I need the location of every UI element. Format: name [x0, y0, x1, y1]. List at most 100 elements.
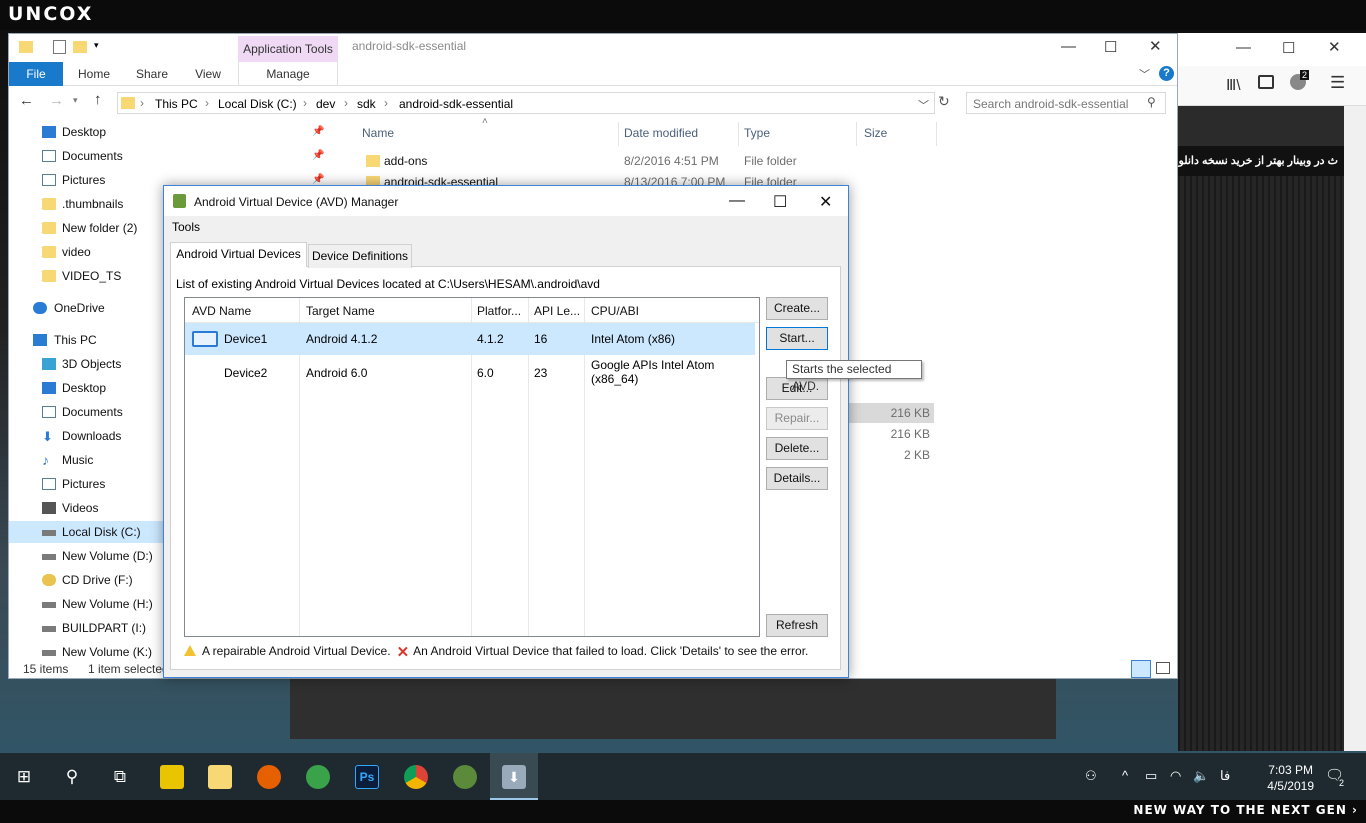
nav-label: Pictures [62, 477, 106, 491]
table-row[interactable]: Device1 Android 4.1.2 4.1.2 16 Intel Ato… [185, 323, 755, 355]
browser-maximize-button[interactable]: ☐ [1282, 39, 1295, 57]
address-dropdown-icon[interactable]: ﹀ [918, 97, 929, 113]
column-size[interactable]: Size [864, 126, 887, 140]
tab-file[interactable]: File [9, 62, 63, 86]
tab-home[interactable]: Home [71, 62, 117, 86]
menu-tools[interactable]: Tools [172, 220, 200, 234]
column-target-name[interactable]: Target Name [306, 304, 375, 318]
chrome-icon[interactable] [404, 765, 428, 789]
avd-manager-taskbar-icon[interactable]: ⬇ [502, 765, 526, 789]
breadcrumb-android-sdk-essential[interactable]: android-sdk-essential [399, 97, 513, 111]
refresh-button[interactable]: Refresh [766, 614, 828, 637]
large-icons-view-icon[interactable] [1156, 662, 1170, 674]
column-separator[interactable] [618, 122, 619, 146]
breadcrumb-local-disk[interactable]: Local Disk (C:) [218, 97, 297, 111]
tab-view[interactable]: View [185, 62, 231, 86]
column-separator[interactable] [856, 122, 857, 146]
browser-close-button[interactable]: ✕ [1328, 38, 1341, 56]
input-language[interactable]: فا [1220, 768, 1230, 784]
avd-minimize-button[interactable]: — [729, 192, 745, 210]
delete-button[interactable]: Delete... [766, 437, 828, 460]
column-platform[interactable]: Platfor... [477, 304, 521, 318]
show-hidden-icons-chevron-icon[interactable]: ^ [1122, 768, 1128, 783]
explorer-maximize-button[interactable]: ☐ [1104, 38, 1117, 56]
item-count: 15 items [23, 662, 69, 676]
create-button[interactable]: Create... [766, 297, 828, 320]
file-explorer-icon[interactable] [208, 765, 232, 789]
avd-name: Device2 [224, 366, 268, 380]
quick-access-dropdown-icon[interactable]: ▾ [94, 40, 99, 51]
desktop-icon [42, 382, 56, 394]
media-app-icon[interactable] [160, 765, 184, 789]
properties-icon[interactable] [53, 40, 66, 54]
nav-item-desktop[interactable]: Desktop 📌 [9, 121, 339, 143]
file-row[interactable]: add-ons 8/2/2016 4:51 PM File folder [354, 151, 1174, 172]
browser-minimize-button[interactable]: — [1236, 39, 1251, 56]
back-icon[interactable]: ← [19, 92, 34, 109]
breadcrumb-chevron-icon: › [140, 96, 144, 110]
download-manager-icon[interactable] [306, 765, 330, 789]
firefox-icon[interactable] [257, 765, 281, 789]
wifi-icon[interactable]: ◠ [1170, 768, 1181, 784]
breadcrumb-sdk[interactable]: sdk [357, 97, 376, 111]
people-icon[interactable]: ⚇ [1085, 768, 1097, 784]
address-row: ← → ▾ ↑ › This PC › Local Disk (C:) › de… [9, 87, 1177, 117]
search-icon[interactable]: ⚲ [48, 753, 96, 800]
breadcrumb-this-pc[interactable]: This PC [155, 97, 198, 111]
file-name: add-ons [384, 154, 428, 168]
repair-button[interactable]: Repair... [766, 407, 828, 430]
avd-maximize-button[interactable]: ☐ [773, 192, 787, 212]
new-folder-icon[interactable] [73, 41, 87, 53]
photoshop-icon[interactable]: Ps [355, 765, 379, 789]
column-separator[interactable] [936, 122, 937, 146]
details-button[interactable]: Details... [766, 467, 828, 490]
volume-icon[interactable]: 🔈 [1193, 768, 1209, 784]
table-row[interactable]: Device2 Android 6.0 6.0 23 Google APIs I… [185, 358, 755, 390]
folder-icon [19, 41, 33, 53]
browser-page-content [1178, 176, 1344, 751]
column-avd-name[interactable]: AVD Name [192, 304, 251, 318]
column-date-modified[interactable]: Date modified [624, 126, 698, 140]
this-pc-icon [33, 334, 47, 346]
column-separator[interactable] [738, 122, 739, 146]
start-button[interactable]: Start... [766, 327, 828, 350]
android-studio-icon[interactable] [453, 765, 477, 789]
address-bar[interactable]: › This PC › Local Disk (C:) › dev › sdk … [117, 92, 935, 114]
avd-manager-dialog: Android Virtual Device (AVD) Manager — ☐… [163, 185, 849, 678]
taskbar-clock[interactable]: 7:03 PM 4/5/2019 [1267, 762, 1314, 794]
nav-item-documents[interactable]: Documents 📌 [9, 145, 339, 167]
sidebar-icon[interactable] [1258, 75, 1274, 89]
explorer-close-button[interactable]: ✕ [1149, 37, 1162, 55]
downloads-icon: ⬇ [42, 429, 53, 444]
pictures-icon [42, 174, 56, 186]
column-name[interactable]: Name [362, 126, 394, 140]
tab-android-virtual-devices[interactable]: Android Virtual Devices [170, 242, 307, 267]
start-button-windows-icon[interactable]: ⊞ [0, 753, 48, 800]
avd-platform: 4.1.2 [477, 332, 504, 346]
tab-device-definitions[interactable]: Device Definitions [308, 244, 412, 268]
library-icon[interactable]: Ⅲ\ [1226, 76, 1241, 94]
avd-cpu: Google APIs Intel Atom (x86_64) [591, 358, 715, 386]
ribbon-expand-icon[interactable]: ﹀ [1139, 66, 1150, 82]
menu-icon[interactable]: ☰ [1330, 73, 1345, 93]
avd-close-button[interactable]: ✕ [819, 192, 832, 212]
up-icon[interactable]: ↑ [94, 91, 102, 108]
details-view-icon[interactable] [1131, 660, 1151, 678]
refresh-icon[interactable]: ↻ [938, 93, 950, 110]
browser-scrollbar[interactable] [1344, 106, 1366, 751]
forward-icon[interactable]: → [49, 92, 64, 109]
help-icon[interactable]: ? [1159, 66, 1174, 81]
battery-icon[interactable]: ▭ [1145, 768, 1157, 784]
column-api-level[interactable]: API Le... [534, 304, 580, 318]
tab-manage[interactable]: Manage [238, 62, 338, 86]
column-type[interactable]: Type [744, 126, 770, 140]
breadcrumb-chevron-icon: › [384, 96, 388, 110]
breadcrumb-dev[interactable]: dev [316, 97, 335, 111]
file-size: 216 KB [890, 427, 930, 441]
column-cpu-abi[interactable]: CPU/ABI [591, 304, 639, 318]
tab-share[interactable]: Share [129, 62, 175, 86]
recent-locations-icon[interactable]: ▾ [73, 95, 78, 106]
explorer-minimize-button[interactable]: — [1061, 38, 1076, 55]
search-input[interactable]: Search android-sdk-essential [966, 92, 1166, 114]
task-view-icon[interactable]: ⧉ [96, 753, 144, 800]
